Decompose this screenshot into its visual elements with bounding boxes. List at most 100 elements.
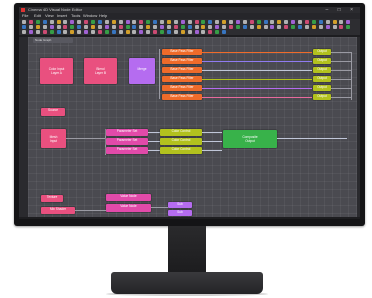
toolbar-tool-icon[interactable] xyxy=(235,20,240,24)
toolbar-tool-icon[interactable] xyxy=(42,30,47,34)
node-base-pass-filter[interactable]: Base Pass Filter xyxy=(162,76,202,82)
toolbar-tool-icon[interactable] xyxy=(22,25,26,29)
toolbar-tool-icon[interactable] xyxy=(332,25,337,29)
toolbar-tool-icon[interactable] xyxy=(56,30,61,34)
toolbar-tool-icon[interactable] xyxy=(318,20,323,24)
toolbar-tool-icon[interactable] xyxy=(111,25,116,29)
toolbar-tool-icon[interactable] xyxy=(91,20,95,24)
toolbar-tool-icon[interactable] xyxy=(194,25,199,29)
node-parameter-set[interactable]: Parameter Set xyxy=(106,147,148,154)
toolbar-tool-icon[interactable] xyxy=(346,25,351,29)
toolbar-tool-icon[interactable] xyxy=(63,30,68,34)
toolbar-tool-icon[interactable] xyxy=(139,20,144,24)
node-color-input[interactable]: Color Input Layer A xyxy=(40,58,73,84)
toolbar-tool-icon[interactable] xyxy=(311,20,316,24)
toolbar-tool-icon[interactable] xyxy=(173,20,178,24)
toolbar-tool-icon[interactable] xyxy=(111,30,116,34)
toolbar-tool-icon[interactable] xyxy=(208,20,213,24)
toolbar-tool-icon[interactable] xyxy=(139,30,144,34)
toolbar-tool-icon[interactable] xyxy=(215,25,220,29)
toolbar-tool-icon[interactable] xyxy=(22,20,26,24)
node-merge[interactable]: Merge xyxy=(129,58,155,84)
node-parameter-set[interactable]: Parameter Set xyxy=(106,129,148,136)
node-output[interactable]: Output xyxy=(313,58,331,64)
toolbar-tool-icon[interactable] xyxy=(28,20,33,24)
toolbar-tool-icon[interactable] xyxy=(166,30,171,34)
toolbar-tool-icon[interactable] xyxy=(77,25,82,29)
toolbar-tool-icon[interactable] xyxy=(208,30,213,34)
toolbar-tool-icon[interactable] xyxy=(104,30,109,34)
toolbar-tool-icon[interactable] xyxy=(104,25,109,29)
node-base-pass-filter[interactable]: Base Pass Filter xyxy=(162,49,202,55)
toolbar-tool-icon[interactable] xyxy=(91,30,95,34)
toolbar-tool-icon[interactable] xyxy=(229,25,233,29)
toolbar-tool-icon[interactable] xyxy=(139,25,144,29)
toolbar-tool-icon[interactable] xyxy=(132,30,137,34)
toolbar-tool-icon[interactable] xyxy=(180,20,185,24)
toolbar-tool-icon[interactable] xyxy=(304,20,309,24)
toolbar-tool-icon[interactable] xyxy=(222,25,227,29)
toolbar-tool-icon[interactable] xyxy=(215,20,220,24)
toolbar-tool-icon[interactable] xyxy=(146,30,151,34)
toolbar-tool-icon[interactable] xyxy=(132,25,137,29)
toolbar-tool-icon[interactable] xyxy=(270,20,275,24)
toolbar-tool-icon[interactable] xyxy=(180,30,185,34)
toolbar-tool-icon[interactable] xyxy=(249,25,254,29)
toolbar-tool-icon[interactable] xyxy=(277,20,282,24)
toolbar-tool-icon[interactable] xyxy=(173,30,178,34)
toolbar-tool-icon[interactable] xyxy=(28,30,33,34)
toolbar-tool-icon[interactable] xyxy=(97,30,102,34)
toolbar-tool-icon[interactable] xyxy=(49,25,54,29)
toolbar-tool-icon[interactable] xyxy=(242,25,247,29)
toolbar-tool-icon[interactable] xyxy=(256,20,261,24)
toolbar-tool-icon[interactable] xyxy=(298,25,302,29)
toolbar-tool-icon[interactable] xyxy=(91,25,95,29)
node-value-top[interactable]: Value Node xyxy=(106,194,151,201)
toolbar-tool-icon[interactable] xyxy=(77,20,82,24)
node-source[interactable]: Source xyxy=(41,108,65,116)
toolbar-tool-icon[interactable] xyxy=(70,25,75,29)
tab-node-graph[interactable]: Node Graph xyxy=(33,38,73,43)
toolbar-tool-icon[interactable] xyxy=(125,25,130,29)
toolbar-tool-icon[interactable] xyxy=(160,25,164,29)
toolbar-tool-icon[interactable] xyxy=(160,20,164,24)
toolbar-tool-icon[interactable] xyxy=(291,25,296,29)
toolbar-tool-icon[interactable] xyxy=(132,20,137,24)
toolbar-tool-icon[interactable] xyxy=(56,25,61,29)
toolbar-tool-icon[interactable] xyxy=(111,20,116,24)
toolbar-tool-icon[interactable] xyxy=(180,25,185,29)
node-texture[interactable]: Texture xyxy=(41,195,63,202)
toolbar-tool-icon[interactable] xyxy=(187,20,192,24)
toolbar-tool-icon[interactable] xyxy=(187,30,192,34)
toolbar-tool-icon[interactable] xyxy=(153,30,158,34)
node-base-pass-filter[interactable]: Base Pass Filter xyxy=(162,85,202,91)
toolbar-tool-icon[interactable] xyxy=(208,25,213,29)
toolbar-tool-icon[interactable] xyxy=(56,20,61,24)
toolbar-tool-icon[interactable] xyxy=(84,20,89,24)
node-mesh-input[interactable]: Mesh Input xyxy=(41,129,66,148)
toolbar-tool-icon[interactable] xyxy=(84,30,89,34)
toolbar-tool-icon[interactable] xyxy=(125,30,130,34)
toolbar-tool-icon[interactable] xyxy=(35,25,40,29)
toolbar-tool-icon[interactable] xyxy=(160,30,164,34)
toolbar-tool-icon[interactable] xyxy=(118,25,123,29)
toolbar-tool-icon[interactable] xyxy=(304,25,309,29)
toolbar-tool-icon[interactable] xyxy=(263,20,268,24)
node-base-pass-filter[interactable]: Base Pass Filter xyxy=(162,58,202,64)
node-output[interactable]: Output xyxy=(313,85,331,91)
toolbar-tool-icon[interactable] xyxy=(284,25,289,29)
toolbar-tool-icon[interactable] xyxy=(318,25,323,29)
toolbar-tool-icon[interactable] xyxy=(284,20,289,24)
toolbar-tool-icon[interactable] xyxy=(222,30,227,34)
toolbar-tool-icon[interactable] xyxy=(153,20,158,24)
node-value-bottom[interactable]: Value Node xyxy=(106,204,151,212)
node-base-pass-filter[interactable]: Base Pass Filter xyxy=(162,94,202,100)
toolbar-tool-icon[interactable] xyxy=(256,25,261,29)
toolbar-tool-icon[interactable] xyxy=(173,25,178,29)
toolbar-tool-icon[interactable] xyxy=(346,20,351,24)
toolbar-tool-icon[interactable] xyxy=(249,20,254,24)
toolbar-tool-icon[interactable] xyxy=(146,20,151,24)
toolbar-tool-icon[interactable] xyxy=(201,20,206,24)
toolbar-tool-icon[interactable] xyxy=(153,25,158,29)
toolbar-tool-icon[interactable] xyxy=(70,30,75,34)
